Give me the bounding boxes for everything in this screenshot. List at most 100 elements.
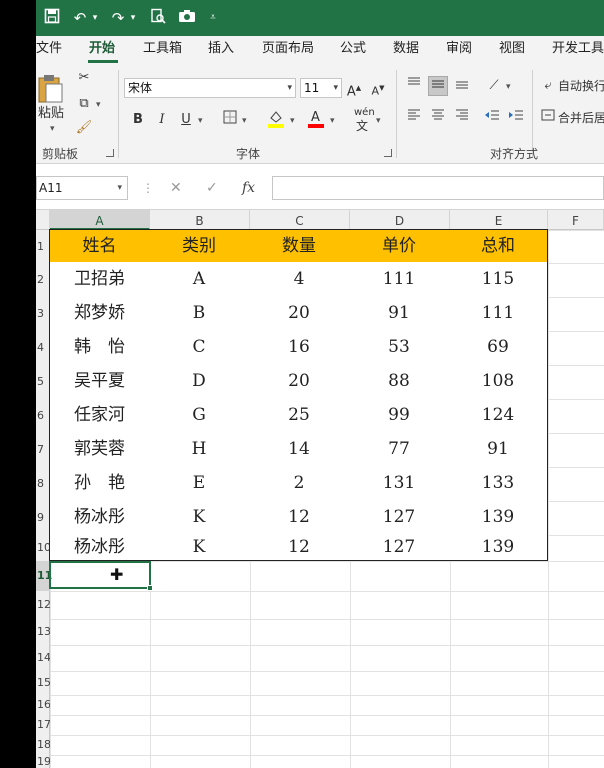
tab-home[interactable]: 开始: [89, 40, 115, 58]
more-options-icon[interactable]: ⋮: [142, 178, 154, 198]
tab-data[interactable]: 数据: [393, 40, 419, 58]
tab-formulas[interactable]: 公式: [340, 40, 366, 58]
borders-dropdown-icon[interactable]: ▾: [242, 116, 247, 126]
format-painter-icon[interactable]: 🖌: [74, 118, 94, 138]
column-header-e[interactable]: E: [450, 210, 548, 230]
insert-function-button[interactable]: fx: [242, 178, 255, 198]
font-size-combo[interactable]: 11 ▾: [300, 78, 342, 98]
table-cell[interactable]: 131: [349, 466, 450, 501]
enter-icon[interactable]: ✓: [206, 178, 218, 198]
table-header-cell[interactable]: 总和: [449, 229, 548, 263]
table-cell[interactable]: 53: [349, 330, 450, 365]
table-header-cell[interactable]: 数量: [249, 229, 350, 263]
clipboard-launcher-icon[interactable]: [106, 149, 114, 157]
paste-dropdown-icon[interactable]: ▾: [50, 124, 55, 134]
table-cell[interactable]: 124: [449, 398, 548, 433]
row-header-3[interactable]: 3: [36, 297, 50, 331]
row-header-15[interactable]: 15: [36, 671, 51, 695]
customize-qat-icon[interactable]: ⩡: [206, 8, 220, 28]
wrap-text-icon[interactable]: ⤶: [538, 76, 558, 96]
cancel-icon[interactable]: ✕: [170, 178, 182, 198]
formula-input[interactable]: [272, 176, 604, 200]
table-cell[interactable]: 4: [249, 262, 350, 297]
borders-icon[interactable]: [220, 110, 240, 130]
row-header-9[interactable]: 9: [36, 501, 50, 535]
merge-center-icon[interactable]: [538, 108, 558, 128]
table-cell[interactable]: 14: [249, 432, 350, 467]
table-cell[interactable]: C: [149, 330, 250, 365]
name-box[interactable]: A11 ▾: [36, 176, 128, 200]
table-header-cell[interactable]: 类别: [149, 229, 250, 263]
align-middle-icon[interactable]: [428, 76, 448, 96]
redo-icon[interactable]: ↷: [108, 8, 128, 28]
row-header-7[interactable]: 7: [36, 433, 50, 467]
table-cell[interactable]: H: [149, 432, 250, 467]
column-header-b[interactable]: B: [150, 210, 250, 230]
table-cell[interactable]: 杨冰彤: [49, 534, 150, 561]
tab-insert[interactable]: 插入: [208, 40, 234, 58]
align-top-icon[interactable]: [404, 76, 424, 96]
row-header-6[interactable]: 6: [36, 399, 50, 433]
table-cell[interactable]: 139: [449, 534, 548, 561]
underline-dropdown-icon[interactable]: ▾: [198, 116, 203, 126]
column-header-f[interactable]: F: [548, 210, 604, 230]
tab-file[interactable]: 文件: [36, 40, 62, 58]
table-cell[interactable]: 115: [449, 262, 548, 297]
table-cell[interactable]: K: [149, 500, 250, 535]
font-color-icon[interactable]: A: [306, 108, 326, 128]
table-cell[interactable]: 69: [449, 330, 548, 365]
table-cell[interactable]: 99: [349, 398, 450, 433]
table-cell[interactable]: 12: [249, 500, 350, 535]
copy-icon[interactable]: ⧉: [74, 94, 94, 114]
phonetic-guide-icon[interactable]: 文: [356, 118, 368, 134]
row-header-19[interactable]: 19: [36, 755, 51, 768]
camera-icon[interactable]: [176, 8, 198, 28]
table-cell[interactable]: 77: [349, 432, 450, 467]
tab-developer[interactable]: 开发工具: [552, 40, 604, 58]
row-header-1[interactable]: 1: [36, 230, 50, 263]
row-header-18[interactable]: 18: [36, 735, 51, 755]
table-cell[interactable]: 133: [449, 466, 548, 501]
align-bottom-icon[interactable]: [452, 76, 472, 96]
table-cell[interactable]: 139: [449, 500, 548, 535]
table-header-cell[interactable]: 单价: [349, 229, 450, 263]
table-cell[interactable]: 91: [449, 432, 548, 467]
row-header-5[interactable]: 5: [36, 365, 50, 399]
italic-button[interactable]: I: [152, 110, 172, 130]
table-cell[interactable]: A: [149, 262, 250, 297]
table-header-cell[interactable]: 姓名: [49, 229, 150, 263]
table-cell[interactable]: 吴平夏: [49, 364, 150, 399]
tab-view[interactable]: 视图: [499, 40, 525, 58]
table-cell[interactable]: 郑梦娇: [49, 296, 150, 331]
increase-indent-icon[interactable]: [506, 108, 526, 128]
row-header-13[interactable]: 13: [36, 619, 51, 645]
table-cell[interactable]: 杨冰彤: [49, 500, 150, 535]
cut-icon[interactable]: ✂: [74, 68, 94, 88]
table-cell[interactable]: 20: [249, 296, 350, 331]
table-cell[interactable]: B: [149, 296, 250, 331]
font-color-dropdown-icon[interactable]: ▾: [330, 116, 335, 126]
print-preview-icon[interactable]: [148, 8, 168, 28]
table-cell[interactable]: D: [149, 364, 250, 399]
font-name-combo[interactable]: 宋体 ▾: [124, 78, 296, 98]
fill-color-dropdown-icon[interactable]: ▾: [290, 116, 295, 126]
align-center-icon[interactable]: [428, 108, 448, 128]
row-header-2[interactable]: 2: [36, 263, 50, 297]
orientation-dropdown-icon[interactable]: ▾: [506, 82, 511, 92]
row-header-4[interactable]: 4: [36, 331, 50, 365]
row-header-12[interactable]: 12: [36, 591, 51, 619]
increase-font-icon[interactable]: A▲: [344, 78, 364, 99]
table-cell[interactable]: 卫招弟: [49, 262, 150, 297]
selected-cell-a11[interactable]: [49, 561, 153, 591]
undo-dropdown-icon[interactable]: ▾: [90, 8, 100, 28]
table-cell[interactable]: K: [149, 534, 250, 561]
align-left-icon[interactable]: [404, 108, 424, 128]
tab-page-layout[interactable]: 页面布局: [262, 40, 314, 58]
undo-icon[interactable]: ↶: [70, 8, 90, 28]
orientation-icon[interactable]: ⟋: [484, 76, 504, 96]
decrease-font-icon[interactable]: A▼: [368, 78, 388, 98]
phonetic-guide-label[interactable]: wén: [354, 108, 375, 118]
decrease-indent-icon[interactable]: [482, 108, 502, 128]
redo-dropdown-icon[interactable]: ▾: [128, 8, 138, 28]
select-all-corner[interactable]: [36, 210, 50, 230]
